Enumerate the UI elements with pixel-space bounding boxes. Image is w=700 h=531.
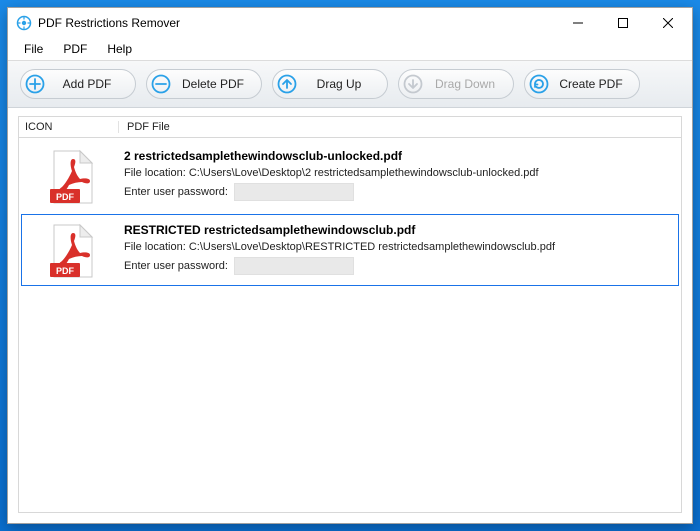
drag-down-label: Drag Down <box>431 77 499 91</box>
password-label: Enter user password: <box>124 260 228 272</box>
refresh-icon <box>529 74 549 94</box>
row-file-cell: RESTRICTED restrictedsamplethewindowsclu… <box>120 221 674 279</box>
row-icon-cell: PDF <box>26 147 120 205</box>
maximize-button[interactable] <box>600 9 645 37</box>
table-row[interactable]: PDF 2 restrictedsamplethewindowsclub-unl… <box>21 140 679 212</box>
list-area: ICON PDF File PDF 2 restrictedsamplethew… <box>8 108 692 523</box>
close-button[interactable] <box>645 9 690 37</box>
menu-pdf[interactable]: PDF <box>55 40 95 58</box>
create-pdf-button[interactable]: Create PDF <box>524 69 640 99</box>
password-input[interactable] <box>234 257 354 275</box>
drag-down-button[interactable]: Drag Down <box>398 69 514 99</box>
app-window: PDF Restrictions Remover File PDF Help A… <box>7 7 693 524</box>
app-icon <box>16 15 32 31</box>
pdf-file-icon: PDF <box>50 223 96 279</box>
titlebar: PDF Restrictions Remover <box>8 8 692 38</box>
svg-text:PDF: PDF <box>56 192 75 202</box>
row-file-cell: 2 restrictedsamplethewindowsclub-unlocke… <box>120 147 674 205</box>
file-location: File location: C:\Users\Love\Desktop\2 r… <box>124 167 670 179</box>
file-name: 2 restrictedsamplethewindowsclub-unlocke… <box>124 149 670 163</box>
window-controls <box>555 9 690 37</box>
arrow-up-icon <box>277 74 297 94</box>
pdf-file-icon: PDF <box>50 149 96 205</box>
minus-icon <box>151 74 171 94</box>
column-header-icon[interactable]: ICON <box>19 121 119 133</box>
add-pdf-button[interactable]: Add PDF <box>20 69 136 99</box>
menu-file[interactable]: File <box>16 40 51 58</box>
delete-pdf-button[interactable]: Delete PDF <box>146 69 262 99</box>
create-pdf-label: Create PDF <box>557 77 625 91</box>
column-header-file[interactable]: PDF File <box>119 121 681 133</box>
add-pdf-label: Add PDF <box>53 77 121 91</box>
arrow-down-icon <box>403 74 423 94</box>
menu-help[interactable]: Help <box>99 40 140 58</box>
plus-icon <box>25 74 45 94</box>
file-location: File location: C:\Users\Love\Desktop\RES… <box>124 241 670 253</box>
drag-up-button[interactable]: Drag Up <box>272 69 388 99</box>
password-line: Enter user password: <box>124 183 670 201</box>
password-label: Enter user password: <box>124 186 228 198</box>
toolbar: Add PDF Delete PDF Drag Up Drag Down Cre… <box>8 60 692 108</box>
table-row[interactable]: PDF RESTRICTED restrictedsamplethewindow… <box>21 214 679 286</box>
row-icon-cell: PDF <box>26 221 120 279</box>
menubar: File PDF Help <box>8 38 692 60</box>
password-input[interactable] <box>234 183 354 201</box>
list-body: PDF 2 restrictedsamplethewindowsclub-unl… <box>18 138 682 513</box>
file-name: RESTRICTED restrictedsamplethewindowsclu… <box>124 223 670 237</box>
list-header: ICON PDF File <box>18 116 682 138</box>
delete-pdf-label: Delete PDF <box>179 77 247 91</box>
drag-up-label: Drag Up <box>305 77 373 91</box>
window-title: PDF Restrictions Remover <box>38 16 555 30</box>
minimize-button[interactable] <box>555 9 600 37</box>
password-line: Enter user password: <box>124 257 670 275</box>
svg-text:PDF: PDF <box>56 266 75 276</box>
